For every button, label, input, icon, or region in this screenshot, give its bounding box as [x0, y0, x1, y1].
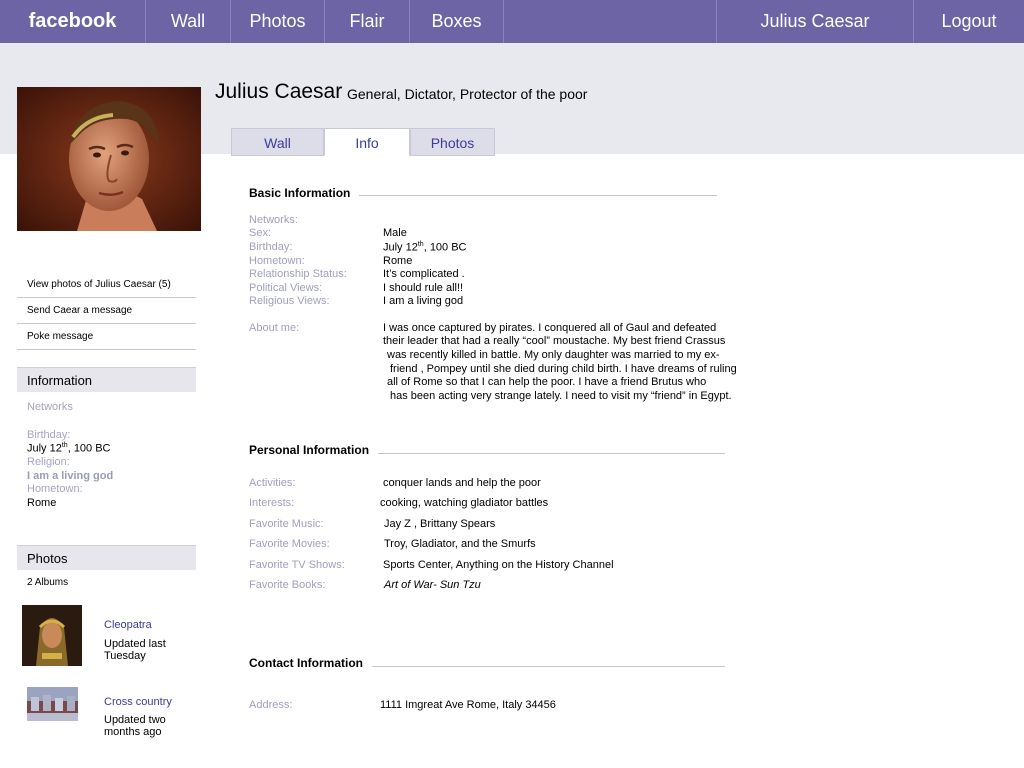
political-value: I should rule all!! — [383, 282, 464, 294]
sidebar-religion-value: I am a living god — [27, 470, 114, 482]
sidebar-hometown-value: Rome — [27, 497, 57, 509]
nav-flair[interactable]: Flair — [325, 0, 410, 43]
album-name-cleopatra[interactable]: Cleopatra — [104, 619, 152, 631]
tab-photos[interactable]: Photos — [410, 128, 495, 156]
tab-info[interactable]: Info — [324, 128, 410, 156]
album-count: 2 Albums — [27, 577, 69, 588]
birthday-label: Birthday: — [249, 241, 293, 253]
about-me-line: all of Rome so that I can help the poor.… — [387, 376, 707, 388]
profile-name: Julius Caesar — [215, 80, 343, 103]
relationship-label: Relationship Status: — [249, 268, 347, 280]
album-updated-cleopatra: Updated last Tuesday — [104, 638, 166, 662]
interests-value: cooking, watching gladiator battles — [380, 497, 549, 509]
sex-value: Male — [383, 227, 407, 239]
favorite-movies-value: Troy, Gladiator, and the Smurfs — [384, 538, 536, 550]
sidebar-religion-label: Religion: — [27, 456, 70, 468]
basic-information-rule — [359, 195, 717, 196]
contact-information-rule — [372, 666, 725, 667]
album-updated-cross-country: Updated two months ago — [104, 714, 166, 738]
address-value: 1111 Imgreat Ave Rome, Italy 34456 — [380, 699, 556, 711]
nav-wall[interactable]: Wall — [146, 0, 231, 43]
activities-value: conquer lands and help the poor — [383, 477, 541, 489]
nav-user-name[interactable]: Julius Caesar — [716, 0, 914, 43]
facebook-logo[interactable]: facebook — [0, 0, 146, 43]
profile-picture[interactable] — [17, 87, 201, 231]
send-message-link[interactable]: Send Caear a message — [17, 298, 196, 324]
sidebar-hometown-label: Hometown: — [27, 483, 83, 495]
poke-link[interactable]: Poke message — [17, 324, 196, 350]
political-label: Political Views: — [249, 282, 323, 294]
sex-label: Sex: — [249, 227, 272, 239]
favorite-books-label: Favorite Books: — [249, 579, 326, 591]
favorite-books-value: Art of War- Sun Tzu — [384, 579, 481, 591]
logout-button[interactable]: Logout — [914, 0, 1024, 43]
sidebar-birthday-label: Birthday: — [27, 429, 71, 441]
contact-information-title: Contact Information — [249, 656, 363, 670]
sidebar-photos-header: Photos — [17, 545, 196, 570]
album-thumbnail-cross-country[interactable] — [27, 687, 78, 721]
nav-photos[interactable]: Photos — [231, 0, 325, 43]
sidebar-birthday-value: July 12th, 100 BC — [27, 442, 111, 455]
hometown-label: Hometown: — [249, 255, 305, 267]
about-me-label: About me: — [249, 322, 300, 334]
religious-label: Religious Views: — [249, 295, 330, 307]
album-thumbnail-cleopatra[interactable] — [22, 605, 82, 666]
birthday-value: July 12th, 100 BC — [383, 241, 467, 254]
favorite-tv-label: Favorite TV Shows: — [249, 559, 345, 571]
networks-label: Networks: — [249, 214, 298, 226]
about-me-line: was recently killed in battle. My only d… — [387, 349, 720, 361]
top-nav-bar: facebook Wall Photos Flair Boxes Julius … — [0, 0, 1024, 43]
nav-boxes[interactable]: Boxes — [410, 0, 504, 43]
about-me-line: I was once captured by pirates. I conque… — [383, 322, 717, 334]
about-me-line: has been acting very strange lately. I n… — [390, 390, 732, 402]
sidebar-information-header: Information — [17, 367, 196, 392]
hometown-value: Rome — [383, 255, 413, 267]
view-photos-link[interactable]: View photos of Julius Caesar (5) — [17, 272, 196, 298]
sidebar-networks-label: Networks — [27, 401, 73, 413]
about-me-line: friend , Pompey until she died during ch… — [390, 363, 737, 375]
favorite-music-value: Jay Z , Brittany Spears — [384, 518, 496, 530]
religious-value: I am a living god — [383, 295, 464, 307]
favorite-music-label: Favorite Music: — [249, 518, 324, 530]
about-me-line: their leader that had a really “cool” mo… — [383, 335, 726, 347]
profile-tagline: General, Dictator, Protector of the poor — [347, 86, 588, 102]
personal-information-title: Personal Information — [249, 443, 370, 457]
album-name-cross-country[interactable]: Cross country — [104, 696, 172, 708]
personal-information-rule — [378, 453, 725, 454]
interests-label: Interests: — [249, 497, 295, 509]
tab-wall[interactable]: Wall — [231, 128, 324, 156]
favorite-movies-label: Favorite Movies: — [249, 538, 330, 550]
address-label: Address: — [249, 699, 293, 711]
basic-information-title: Basic Information — [249, 186, 351, 200]
activities-label: Activities: — [249, 477, 296, 489]
favorite-tv-value: Sports Center, Anything on the History C… — [383, 559, 614, 571]
relationship-value: It’s complicated . — [383, 268, 465, 280]
